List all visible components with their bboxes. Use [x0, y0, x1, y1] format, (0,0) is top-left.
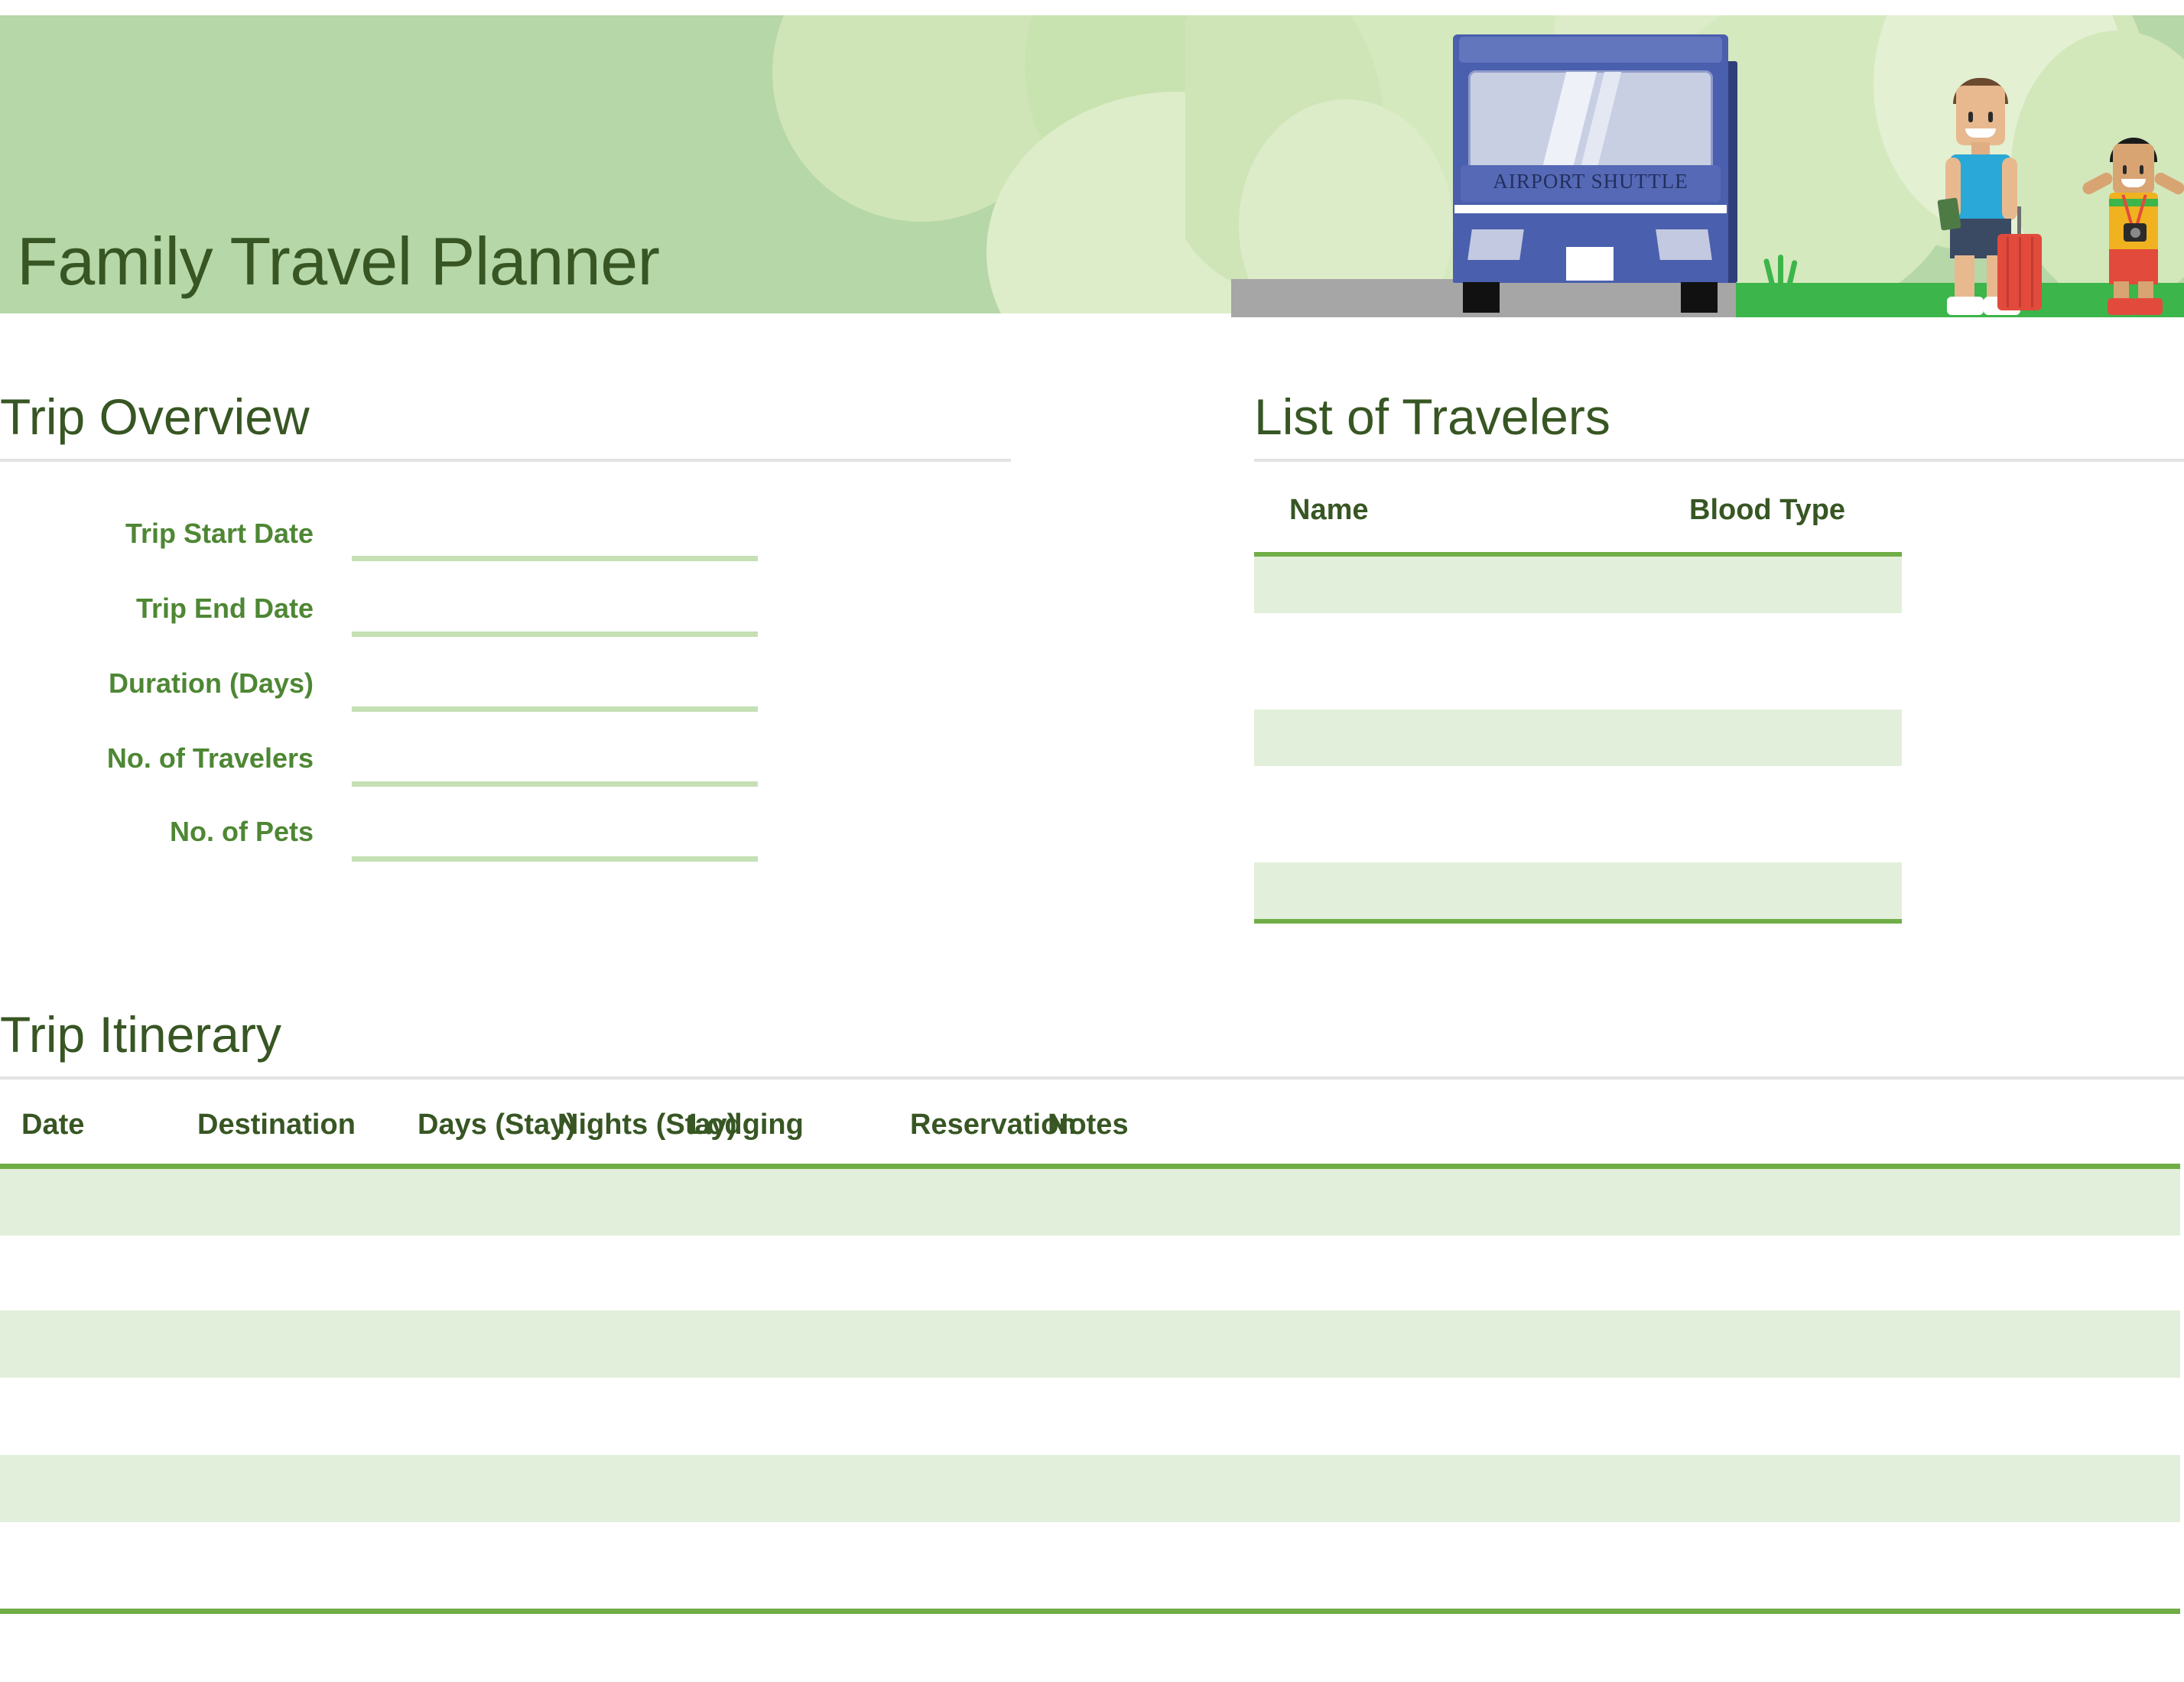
travelers-column-blood-type: Blood Type — [1689, 494, 1846, 526]
page-title: Family Travel Planner — [17, 223, 660, 299]
travelers-table-bottom-border — [1254, 919, 1902, 924]
bus-wheel-right — [1681, 282, 1718, 313]
grass-tuft — [1778, 255, 1783, 287]
suitcase-ridge — [2007, 237, 2009, 307]
table-row[interactable] — [0, 1310, 2180, 1378]
no-of-pets-label: No. of Pets — [169, 816, 314, 847]
camera-lens — [2130, 228, 2140, 238]
man-leg — [1955, 255, 1974, 301]
duration-days-label: Duration (Days) — [108, 667, 314, 699]
trip-end-date-label: Trip End Date — [135, 593, 314, 624]
man-shoe — [1947, 297, 1984, 315]
duration-days-input[interactable] — [352, 706, 758, 712]
trip-overview-rule — [0, 459, 1011, 462]
itinerary-table-top-border — [0, 1164, 2180, 1169]
suitcase-ridge — [2031, 237, 2033, 307]
bus-roof-sheen — [1459, 37, 1722, 63]
no-of-travelers-label: No. of Travelers — [106, 742, 314, 774]
itinerary-column-days-stay: Days (Stay) — [418, 1109, 576, 1141]
boy-shirt-stripe — [2109, 199, 2158, 206]
suitcase-ridge — [2019, 237, 2021, 307]
trip-itinerary-rule — [0, 1076, 2184, 1080]
no-of-pets-input[interactable] — [352, 856, 758, 862]
bus-destination-label: AIRPORT SHUTTLE — [1493, 170, 1688, 193]
table-row[interactable] — [1254, 557, 1902, 613]
trip-overview-heading: Trip Overview — [0, 388, 310, 445]
bus-license-plate — [1566, 247, 1614, 281]
list-of-travelers-heading: List of Travelers — [1254, 388, 1610, 445]
travelers-column-name: Name — [1289, 494, 1369, 526]
airport-shuttle-family-illustration: AIRPORT SHUTTLE — [1185, 15, 2184, 317]
table-row[interactable] — [1254, 862, 1902, 919]
suitcase-handle — [2017, 206, 2021, 235]
man-arm-right — [2002, 157, 2017, 220]
man-eye — [1968, 112, 1973, 122]
bus-headlight-left — [1467, 229, 1524, 260]
boy-eye — [2123, 165, 2127, 174]
itinerary-column-destination: Destination — [197, 1109, 356, 1141]
trip-start-date-label: Trip Start Date — [125, 518, 314, 549]
trip-end-date-input[interactable] — [352, 632, 758, 637]
bus-wheel-left — [1463, 282, 1500, 313]
trip-itinerary-heading: Trip Itinerary — [0, 1006, 281, 1063]
boy-shoe — [2134, 298, 2163, 315]
list-of-travelers-rule — [1254, 459, 2184, 462]
table-row[interactable] — [0, 1169, 2180, 1236]
itinerary-column-date: Date — [21, 1109, 85, 1141]
boy-shorts — [2109, 249, 2158, 284]
trip-start-date-input[interactable] — [352, 556, 758, 561]
bus-headlight-right — [1656, 229, 1712, 260]
table-row[interactable] — [1254, 709, 1902, 766]
no-of-travelers-input[interactable] — [352, 781, 758, 787]
itinerary-column-notes: Notes — [1048, 1109, 1129, 1141]
boy-eye — [2140, 165, 2143, 174]
itinerary-column-lodging: Lodging — [689, 1109, 804, 1141]
man-eye — [1988, 112, 1993, 122]
boy-shoe — [2108, 298, 2137, 315]
bus-stripe — [1454, 205, 1727, 213]
itinerary-table-bottom-border — [0, 1609, 2180, 1614]
passport-wallet — [1937, 197, 1961, 231]
table-row[interactable] — [0, 1455, 2180, 1522]
man-smile — [1965, 128, 1996, 138]
